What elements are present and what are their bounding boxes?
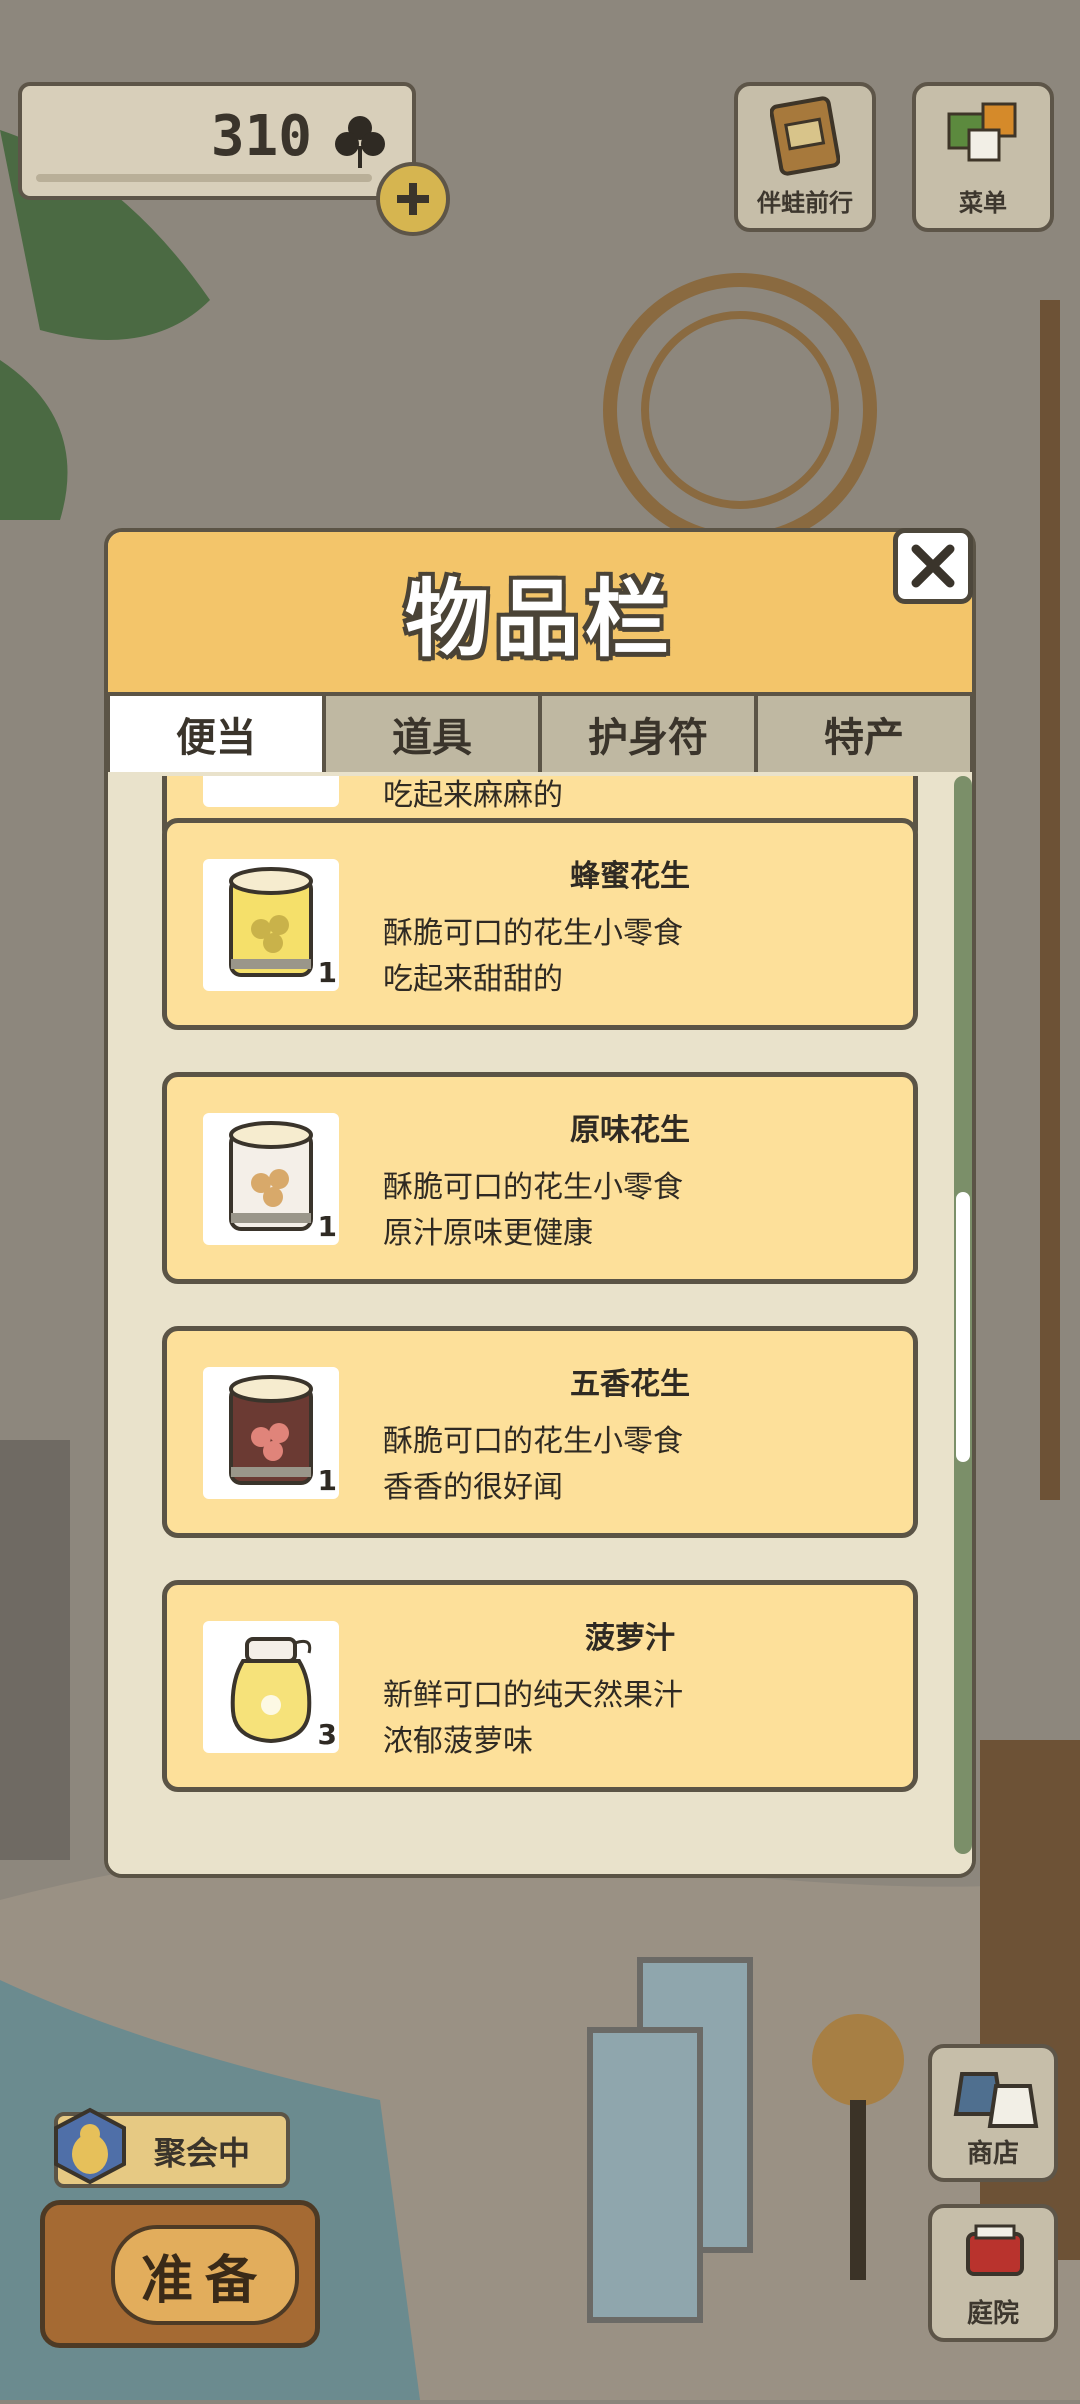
shop-bags-icon bbox=[953, 2072, 1039, 2128]
item-desc-line1: 酥脆可口的花生小零食 bbox=[383, 1170, 683, 1205]
item-desc: 酥脆可口的花生小零食 吃起来甜甜的 bbox=[383, 911, 683, 1003]
item-quantity: 1 bbox=[317, 1464, 337, 1497]
inventory-dialog: 物品栏 便当 道具 护身符 特产 吃起来麻麻的 1 蜂蜜花生 酥脆可口的花生小零… bbox=[104, 528, 976, 1878]
item-desc-line1: 新鲜可口的纯天然果汁 bbox=[383, 1678, 683, 1713]
inventory-tabs: 便当 道具 护身符 特产 bbox=[108, 692, 972, 772]
item-thumb bbox=[203, 776, 339, 807]
item-desc-line2: 原汁原味更健康 bbox=[383, 1216, 593, 1251]
item-desc-line1: 酥脆可口的花生小零食 bbox=[383, 916, 683, 951]
inventory-list[interactable]: 吃起来麻麻的 1 蜂蜜花生 酥脆可口的花生小零食 吃起来甜甜的 1 原味花生 酥… bbox=[108, 776, 972, 1874]
list-item[interactable]: 3 菠萝汁 新鲜可口的纯天然果汁 浓郁菠萝味 bbox=[162, 1580, 918, 1792]
item-thumb: 1 bbox=[203, 1113, 339, 1245]
menu-button[interactable]: 菜单 bbox=[912, 82, 1054, 232]
yard-mailbox-icon bbox=[966, 2224, 1024, 2276]
item-thumb: 1 bbox=[203, 859, 339, 991]
tab-charms[interactable]: 护身符 bbox=[542, 692, 754, 772]
menu-cards-icon bbox=[947, 102, 1017, 162]
item-desc: 吃起来麻麻的 bbox=[383, 776, 563, 819]
item-quantity: 1 bbox=[317, 1210, 337, 1243]
close-button[interactable] bbox=[893, 528, 973, 604]
item-thumb: 1 bbox=[203, 1367, 339, 1499]
list-item[interactable]: 1 五香花生 酥脆可口的花生小零食 香香的很好闻 bbox=[162, 1326, 918, 1538]
item-thumb: 3 bbox=[203, 1621, 339, 1753]
party-status-badge[interactable]: 聚会中 bbox=[54, 2107, 290, 2188]
item-desc-line2: 浓郁菠萝味 bbox=[383, 1724, 533, 1759]
travel-label: 伴蛙前行 bbox=[757, 189, 853, 217]
tab-bento[interactable]: 便当 bbox=[110, 692, 322, 772]
item-quantity: 3 bbox=[317, 1718, 337, 1751]
item-desc-line2: 香香的很好闻 bbox=[383, 1470, 563, 1505]
party-label: 聚会中 bbox=[154, 2134, 251, 2172]
clover-bar bbox=[36, 174, 372, 182]
add-clover-button[interactable] bbox=[376, 162, 450, 236]
item-desc: 酥脆可口的花生小零食 原汁原味更健康 bbox=[383, 1165, 683, 1257]
close-icon bbox=[911, 544, 955, 588]
list-item[interactable]: 1 蜂蜜花生 酥脆可口的花生小零食 吃起来甜甜的 bbox=[162, 818, 918, 1030]
item-name: 原味花生 bbox=[570, 1113, 690, 1148]
inventory-header: 物品栏 bbox=[108, 532, 972, 696]
item-desc-line2: 吃起来麻麻的 bbox=[383, 778, 563, 813]
item-name: 五香花生 bbox=[570, 1367, 690, 1402]
inventory-title: 物品栏 bbox=[404, 569, 675, 668]
item-quantity: 1 bbox=[317, 956, 337, 989]
shop-button[interactable]: 商店 bbox=[928, 2044, 1058, 2182]
frog-avatar-icon bbox=[54, 2107, 126, 2185]
clover-count: 310 bbox=[210, 104, 312, 169]
item-desc: 新鲜可口的纯天然果汁 浓郁菠萝味 bbox=[383, 1673, 683, 1765]
travel-with-frog-button[interactable]: 伴蛙前行 bbox=[734, 82, 876, 232]
tab-specialties[interactable]: 特产 bbox=[758, 692, 970, 772]
item-desc: 酥脆可口的花生小零食 香香的很好闻 bbox=[383, 1419, 683, 1511]
item-desc-line1: 酥脆可口的花生小零食 bbox=[383, 1424, 683, 1459]
clover-counter: 310 bbox=[18, 82, 416, 200]
journal-icon bbox=[769, 96, 841, 176]
shop-label: 商店 bbox=[966, 2139, 1019, 2169]
prepare-label: 准备 bbox=[111, 2225, 299, 2325]
item-name: 菠萝汁 bbox=[585, 1621, 675, 1656]
yard-label: 庭院 bbox=[966, 2299, 1019, 2329]
yard-button[interactable]: 庭院 bbox=[928, 2204, 1058, 2342]
tab-tools[interactable]: 道具 bbox=[326, 692, 538, 772]
clover-icon bbox=[335, 116, 385, 168]
scrollbar-thumb[interactable] bbox=[956, 1192, 970, 1462]
prepare-button[interactable]: 准备 bbox=[40, 2200, 320, 2348]
plus-icon bbox=[397, 183, 429, 215]
item-name: 蜂蜜花生 bbox=[570, 859, 690, 894]
menu-label: 菜单 bbox=[959, 189, 1007, 217]
item-desc-line2: 吃起来甜甜的 bbox=[383, 962, 563, 997]
list-item[interactable]: 1 原味花生 酥脆可口的花生小零食 原汁原味更健康 bbox=[162, 1072, 918, 1284]
